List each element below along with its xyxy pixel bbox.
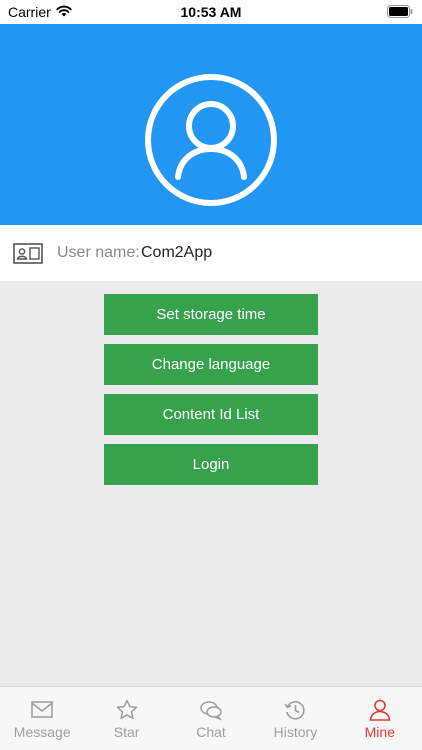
tab-mine-label: Mine <box>364 724 395 740</box>
status-time: 10:53 AM <box>180 4 242 20</box>
id-card-icon <box>13 243 43 264</box>
user-avatar-icon[interactable] <box>144 73 278 207</box>
person-icon <box>369 699 391 721</box>
user-name-row: User name: Com2App <box>0 225 422 281</box>
tab-star[interactable]: Star <box>84 687 168 750</box>
tab-history-label: History <box>273 724 318 740</box>
tab-message[interactable]: Message <box>0 687 84 750</box>
profile-header <box>0 24 422 225</box>
tab-mine[interactable]: Mine <box>338 687 422 750</box>
user-name-label: User name: <box>57 244 140 261</box>
change-language-button[interactable]: Change language <box>104 344 318 385</box>
tab-chat-label: Chat <box>196 724 226 740</box>
tab-star-label: Star <box>113 724 140 740</box>
tab-message-label: Message <box>13 724 71 740</box>
history-clock-icon <box>284 701 306 720</box>
chat-bubbles-icon <box>200 701 222 721</box>
tab-history[interactable]: History <box>253 687 337 750</box>
set-storage-time-button[interactable]: Set storage time <box>104 294 318 335</box>
envelope-icon <box>31 701 54 718</box>
tab-bar: Message Star Chat History Mine <box>0 686 422 750</box>
battery-icon <box>387 5 413 21</box>
status-bar: Carrier 10:53 AM <box>0 0 422 24</box>
star-icon <box>116 699 137 720</box>
tab-chat[interactable]: Chat <box>169 687 253 750</box>
login-button[interactable]: Login <box>104 444 318 485</box>
content-id-list-button[interactable]: Content Id List <box>104 394 318 435</box>
action-list: Set storage time Change language Content… <box>104 294 318 494</box>
user-name-value: Com2App <box>141 244 213 261</box>
